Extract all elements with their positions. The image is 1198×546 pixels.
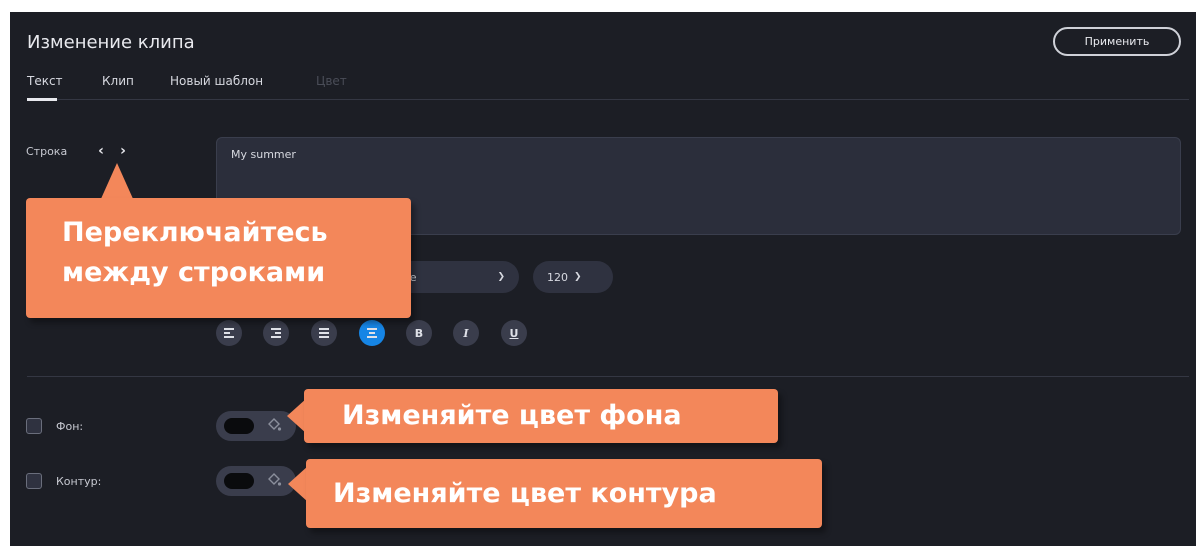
- align-center-icon: [367, 328, 377, 338]
- background-color-swatch: [224, 418, 254, 434]
- align-right-button[interactable]: [263, 320, 289, 346]
- paint-bucket-icon: [268, 418, 282, 431]
- align-justify-button[interactable]: [311, 320, 337, 346]
- align-justify-icon: [319, 328, 329, 338]
- chevron-right-icon[interactable]: ›: [116, 142, 130, 160]
- align-center-button[interactable]: [359, 320, 385, 346]
- outline-label: Контур:: [56, 475, 102, 488]
- background-label: Фон:: [56, 420, 84, 433]
- chevron-down-icon: ❯: [497, 272, 505, 282]
- outline-callout: Изменяйте цвет контура: [306, 459, 822, 528]
- rows-callout-line1: Переключайтесь: [62, 217, 328, 248]
- background-color-picker[interactable]: [216, 411, 296, 441]
- outline-color-picker[interactable]: [216, 466, 296, 496]
- callout-arrow: [288, 466, 308, 502]
- outline-color-swatch: [224, 473, 254, 489]
- align-right-icon: [271, 328, 281, 338]
- bold-icon: B: [414, 326, 424, 340]
- panel-title: Изменение клипа: [27, 32, 195, 53]
- size-select[interactable]: 120 ❯: [533, 261, 613, 293]
- chevron-down-icon: ❯: [574, 272, 582, 282]
- italic-button[interactable]: I: [453, 320, 479, 346]
- align-left-icon: [224, 328, 234, 338]
- outline-checkbox[interactable]: [26, 473, 42, 489]
- row-label: Строка: [26, 145, 68, 158]
- chevron-left-icon[interactable]: ‹: [94, 142, 108, 160]
- underline-button[interactable]: U: [501, 320, 527, 346]
- size-select-value: 120: [547, 270, 568, 284]
- tab-divider: [27, 99, 1189, 100]
- apply-button[interactable]: Применить: [1053, 27, 1181, 56]
- tab-text[interactable]: Текст: [27, 74, 63, 88]
- background-callout: Изменяйте цвет фона: [304, 389, 778, 443]
- tab-color: Цвет: [316, 74, 347, 88]
- paint-bucket-icon: [268, 473, 282, 486]
- rows-callout: Переключайтесь между строками: [26, 198, 411, 318]
- italic-icon: I: [463, 326, 469, 340]
- rows-callout-line2: между строками: [62, 257, 326, 288]
- align-left-button[interactable]: [216, 320, 242, 346]
- section-divider: [27, 376, 1189, 377]
- tab-new-template[interactable]: Новый шаблон: [170, 74, 263, 88]
- callout-arrow: [100, 163, 134, 201]
- background-checkbox[interactable]: [26, 418, 42, 434]
- bold-button[interactable]: B: [406, 320, 432, 346]
- active-tab-indicator: [27, 98, 57, 101]
- underline-icon: U: [509, 326, 519, 340]
- tab-clip[interactable]: Клип: [102, 74, 134, 88]
